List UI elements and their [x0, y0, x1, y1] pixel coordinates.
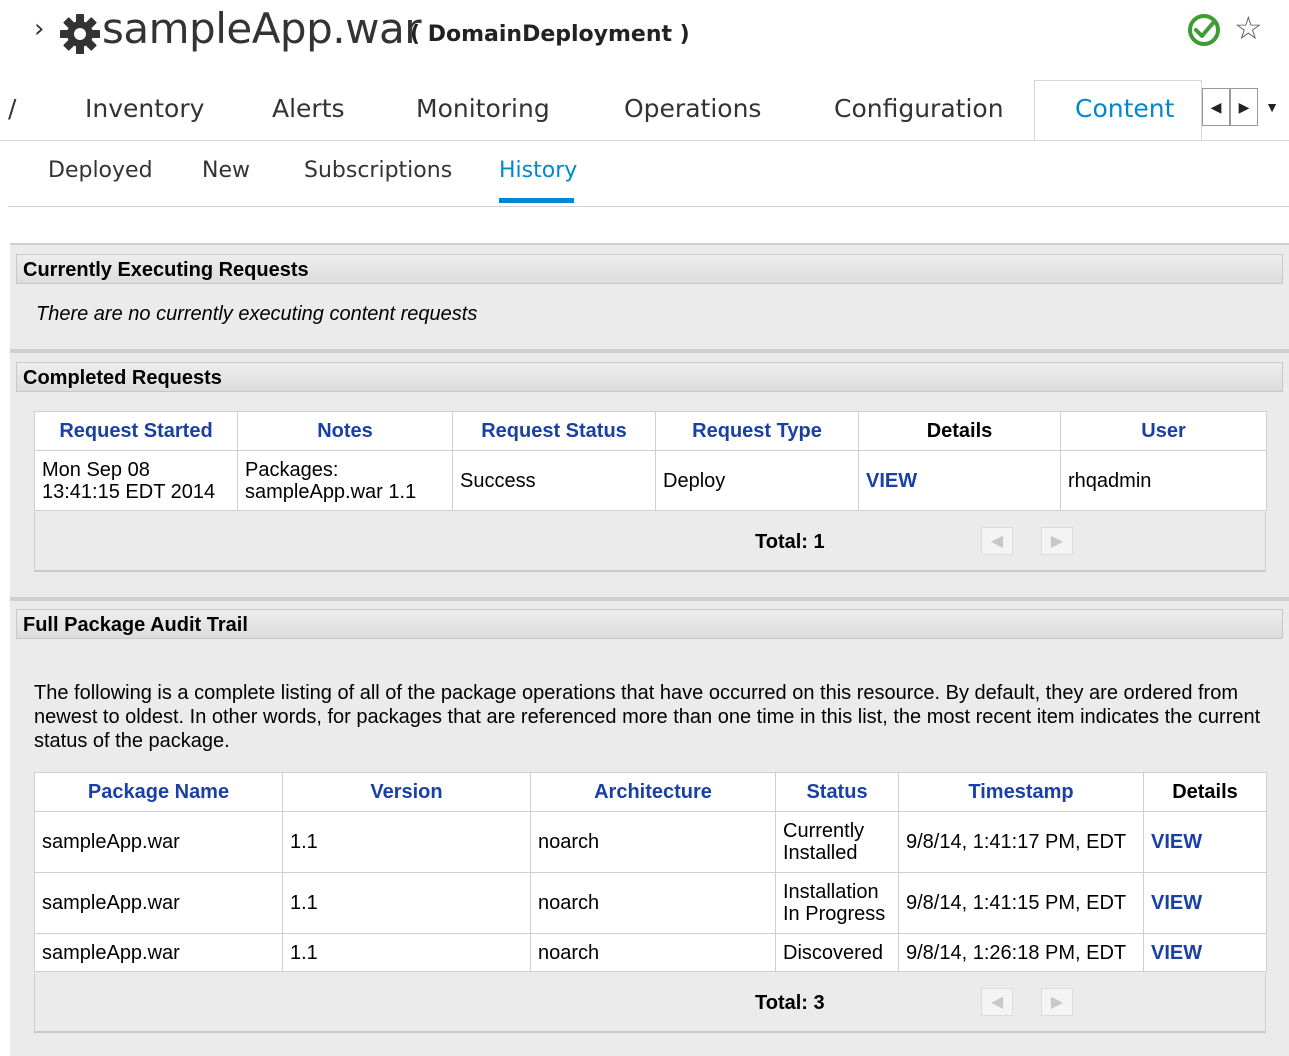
cell-package-name: sampleApp.war [34, 872, 283, 934]
col-details: Details [858, 411, 1061, 451]
cell-package-name: sampleApp.war [34, 933, 283, 972]
history-content: Currently Executing Requests There are n… [10, 243, 1289, 1056]
main-tab-bar: / Inventory Alerts Monitoring Operations… [0, 80, 1289, 141]
tab-scroll-right-icon[interactable]: ▶ [1230, 88, 1258, 126]
gear-icon [60, 14, 100, 54]
subtab-subscriptions[interactable]: Subscriptions [304, 158, 452, 183]
prev-page-icon[interactable]: ◀ [981, 988, 1013, 1016]
audit-trail-footer: Total: 3 ◀ ▶ [34, 973, 1266, 1033]
cell-request-status: Success [452, 450, 656, 511]
next-page-icon[interactable]: ▶ [1041, 988, 1073, 1016]
tab-inventory[interactable]: Inventory [85, 94, 204, 123]
tab-cut-off[interactable]: / [8, 94, 16, 123]
table-row[interactable]: sampleApp.war 1.1 noarch Currently Insta… [34, 811, 1267, 873]
total-count: Total: 3 [755, 992, 825, 1014]
col-notes[interactable]: Notes [237, 411, 453, 451]
tab-menu-chevron-down-icon[interactable]: ▼ [1258, 88, 1286, 126]
cell-request-type: Deploy [655, 450, 859, 511]
next-page-icon[interactable]: ▶ [1041, 527, 1073, 555]
view-details-link[interactable]: VIEW [1143, 933, 1267, 972]
cell-line: Discovered [783, 941, 884, 964]
completed-requests-table: Request Started Notes Request Status Req… [34, 411, 1267, 511]
cell-timestamp: 9/8/14, 1:41:15 PM, EDT [898, 872, 1144, 934]
cell-line: Installation [783, 881, 879, 903]
tab-monitoring[interactable]: Monitoring [416, 94, 550, 123]
executing-requests-header: Currently Executing Requests [16, 254, 1283, 284]
cell-user: rhqadmin [1060, 450, 1267, 511]
col-request-status[interactable]: Request Status [452, 411, 656, 451]
cell-architecture: noarch [530, 933, 776, 972]
subtab-new[interactable]: New [202, 158, 250, 183]
cell-status: Currently Installed [775, 811, 899, 873]
view-details-link[interactable]: VIEW [1143, 811, 1267, 873]
cell-request-started: Mon Sep 08 13:41:15 EDT 2014 [34, 450, 238, 511]
resource-name: sampleApp.war [102, 4, 421, 53]
completed-requests-footer: Total: 1 ◀ ▶ [34, 512, 1266, 572]
star-outline-icon[interactable]: ☆ [1234, 12, 1263, 44]
resource-title-bar: › sampleApp.war ( DomainDeployment ) ☆ [0, 0, 1289, 75]
col-status[interactable]: Status [775, 772, 899, 812]
audit-description: The following is a complete listing of a… [34, 682, 1261, 752]
resource-type: ( DomainDeployment ) [410, 22, 690, 47]
completed-requests-header: Completed Requests [16, 362, 1283, 392]
cell-notes: Packages: sampleApp.war 1.1 [237, 450, 453, 511]
section-divider [10, 597, 1289, 601]
col-timestamp[interactable]: Timestamp [898, 772, 1144, 812]
col-architecture[interactable]: Architecture [530, 772, 776, 812]
tab-scroll-controls: ◀ ▶ ▼ [1202, 88, 1286, 126]
cell-line: Mon Sep 08 [42, 458, 150, 481]
active-subtab-indicator [499, 198, 574, 203]
check-circle-icon [1188, 14, 1220, 46]
cell-status: Installation In Progress [775, 872, 899, 934]
subtab-deployed[interactable]: Deployed [48, 158, 153, 183]
cell-version: 1.1 [282, 811, 531, 873]
cell-package-name: sampleApp.war [34, 811, 283, 873]
breadcrumb-chevron[interactable]: › [34, 14, 44, 44]
audit-trail-table: Package Name Version Architecture Status… [34, 772, 1267, 972]
view-details-link[interactable]: VIEW [858, 450, 1061, 511]
total-count: Total: 1 [755, 531, 825, 553]
prev-page-icon[interactable]: ◀ [981, 527, 1013, 555]
cell-timestamp: 9/8/14, 1:41:17 PM, EDT [898, 811, 1144, 873]
subtab-history[interactable]: History [499, 158, 577, 183]
cell-version: 1.1 [282, 933, 531, 972]
cell-line: 13:41:15 EDT 2014 [42, 480, 216, 503]
tab-alerts[interactable]: Alerts [272, 94, 345, 123]
table-header-row: Request Started Notes Request Status Req… [34, 411, 1267, 451]
table-row[interactable]: sampleApp.war 1.1 noarch Discovered 9/8/… [34, 933, 1267, 972]
tab-scroll-left-icon[interactable]: ◀ [1202, 88, 1230, 126]
cell-version: 1.1 [282, 872, 531, 934]
table-header-row: Package Name Version Architecture Status… [34, 772, 1267, 812]
cell-line: Packages: [245, 458, 339, 481]
cell-timestamp: 9/8/14, 1:26:18 PM, EDT [898, 933, 1144, 972]
col-version[interactable]: Version [282, 772, 531, 812]
table-row[interactable]: sampleApp.war 1.1 noarch Installation In… [34, 872, 1267, 934]
cell-line: Currently [783, 820, 865, 842]
col-package-name[interactable]: Package Name [34, 772, 283, 812]
cell-architecture: noarch [530, 872, 776, 934]
sub-tab-bar: Deployed New Subscriptions History [8, 150, 1289, 207]
col-user[interactable]: User [1060, 411, 1267, 451]
cell-line: sampleApp.war 1.1 [245, 480, 417, 503]
col-details: Details [1143, 772, 1267, 812]
col-request-started[interactable]: Request Started [34, 411, 238, 451]
section-divider [10, 349, 1289, 353]
col-request-type[interactable]: Request Type [655, 411, 859, 451]
cell-status: Discovered [775, 933, 899, 972]
executing-empty-message: There are no currently executing content… [36, 303, 478, 325]
tab-configuration[interactable]: Configuration [834, 94, 1004, 123]
cell-line: In Progress [783, 903, 886, 925]
table-row[interactable]: Mon Sep 08 13:41:15 EDT 2014 Packages: s… [34, 450, 1267, 511]
cell-line: Installed [783, 842, 858, 864]
tab-content[interactable]: Content [1075, 94, 1174, 123]
view-details-link[interactable]: VIEW [1143, 872, 1267, 934]
cell-architecture: noarch [530, 811, 776, 873]
audit-trail-header: Full Package Audit Trail [16, 609, 1283, 639]
tab-operations[interactable]: Operations [624, 94, 761, 123]
